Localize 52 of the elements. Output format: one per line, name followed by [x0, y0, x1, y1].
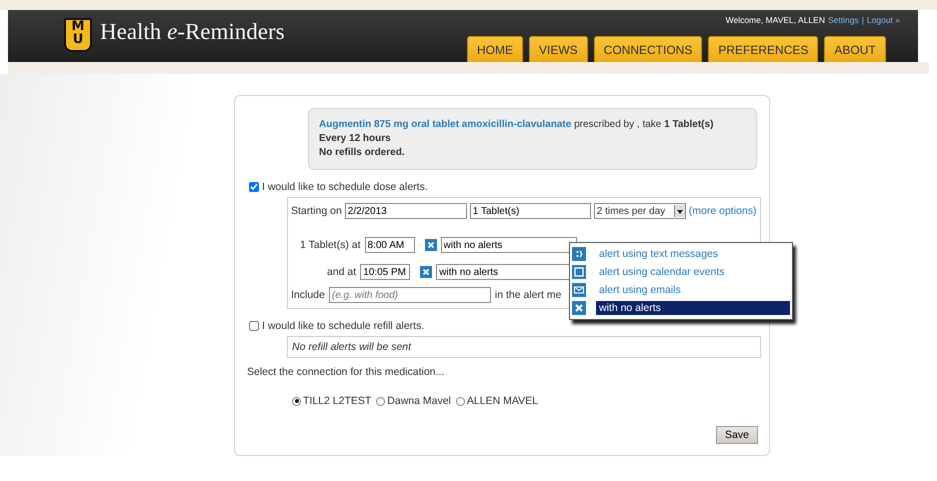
menu-item[interactable]: with no alerts — [596, 301, 790, 315]
nav-tab[interactable]: PREFERENCES — [708, 36, 818, 62]
app-title: Health e-Reminders — [100, 19, 285, 45]
envelope-icon — [572, 283, 586, 297]
frequency-select[interactable]: 2 times per day — [594, 203, 686, 220]
logo: M U — [64, 18, 92, 52]
radio-button[interactable] — [376, 396, 386, 406]
close-icon[interactable] — [420, 266, 432, 278]
prescription-text: Augmentin 875 mg oral tablet amoxicillin-clavulanate prescribed by , take 1 Tablet(s) — [319, 118, 714, 132]
field-label: in the alert me — [494, 289, 562, 302]
save-button[interactable]: Save — [716, 426, 758, 444]
menu-item[interactable]: alert using emails — [596, 283, 790, 297]
checkbox-label: I would like to schedule dose alerts. — [262, 181, 428, 193]
radio-label: TILL2 L2TEST — [303, 395, 372, 408]
close-icon[interactable] — [424, 239, 437, 252]
close-icon — [572, 301, 586, 315]
field-label: 1 Tablet(s) at — [300, 239, 361, 252]
welcome-text: Welcome, MAVEL, ALLEN — [726, 15, 825, 25]
dose-field[interactable]: 1 Tablet(s) — [470, 203, 591, 220]
prescription-detail: Every 12 hours — [319, 132, 392, 146]
time-field[interactable]: 8:00 AM — [364, 237, 415, 254]
field-label: and at — [327, 266, 356, 278]
settings-link[interactable]: Settings — [828, 15, 859, 25]
logout-link[interactable]: Logout » — [866, 15, 900, 25]
more-options-link[interactable]: (more options) — [688, 204, 756, 217]
prescription-detail: No refills ordered. — [319, 146, 406, 160]
time-field[interactable]: 10:05 PM — [360, 264, 410, 280]
radio-label: Dawna Mavel — [387, 395, 451, 408]
checkbox[interactable] — [249, 182, 259, 192]
radio-label: ALLEN MAVEL — [466, 395, 538, 408]
calendar-icon — [572, 265, 586, 279]
radio-button[interactable] — [292, 396, 301, 406]
menu-item[interactable]: alert using calendar events — [596, 265, 790, 279]
nav-tab[interactable]: VIEWS — [529, 36, 588, 62]
caret-icon — [674, 205, 685, 218]
date-field[interactable]: 2/2/2013 — [344, 203, 467, 220]
radio-button[interactable] — [456, 396, 465, 406]
nav-tab[interactable]: HOME — [467, 36, 523, 62]
checkbox-label: I would like to schedule refill alerts. — [262, 320, 424, 332]
field-label: Include — [291, 289, 325, 302]
link-separator: | — [862, 15, 864, 25]
connection-prompt: Select the connection for this medication... — [247, 366, 446, 378]
checkbox[interactable] — [249, 321, 259, 332]
nav-tab[interactable]: ABOUT — [824, 36, 886, 62]
menu-item[interactable]: alert using text messages — [596, 247, 790, 261]
refill-note: No refill alerts will be sent — [287, 336, 761, 358]
include-field[interactable]: (e.g. with food) — [328, 287, 491, 304]
field-label: Starting on — [291, 205, 342, 218]
alert-field[interactable]: with no alerts — [440, 237, 577, 254]
nav-tab[interactable]: CONNECTIONS — [594, 36, 702, 62]
drug-link[interactable]: Augmentin 875 mg oral tablet amoxicillin-clavulanate — [319, 119, 572, 130]
chat-icon — [572, 247, 586, 261]
